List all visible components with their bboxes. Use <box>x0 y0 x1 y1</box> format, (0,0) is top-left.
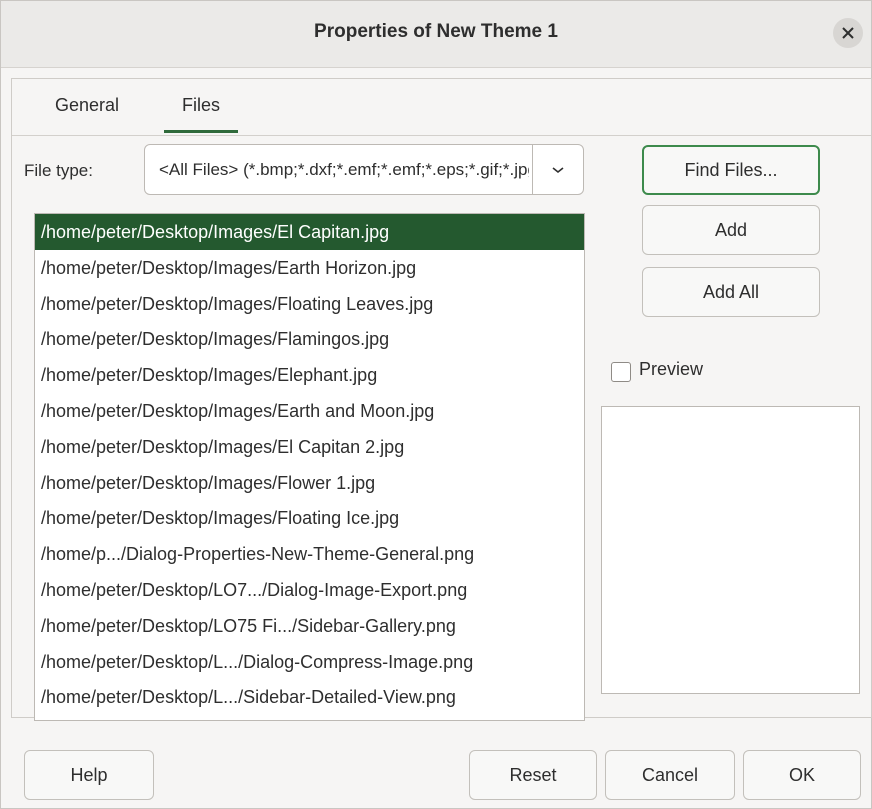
close-icon <box>842 27 854 39</box>
reset-button[interactable]: Reset <box>469 750 597 800</box>
help-button[interactable]: Help <box>24 750 154 800</box>
file-list-item[interactable]: /home/peter/Desktop/Images/Earth and Moo… <box>35 393 584 429</box>
file-list-item[interactable]: /home/peter/Desktop/Images/Flower 1.jpg <box>35 465 584 501</box>
tab-bar: General Files <box>12 79 871 136</box>
preview-checkbox[interactable] <box>611 362 631 382</box>
preview-label: Preview <box>639 359 704 379</box>
file-list[interactable]: /home/peter/Desktop/Images/El Capitan.jp… <box>34 213 585 721</box>
file-list-item[interactable]: /home/peter/Desktop/Images/Elephant.jpg <box>35 357 584 393</box>
file-list-item[interactable]: /home/peter/Desktop/Images/Floating Ice.… <box>35 500 584 536</box>
dialog-title: Properties of New Theme 1 <box>314 21 558 42</box>
file-type-value: <All Files> (*.bmp;*.dxf;*.emf;*.emf;*.e… <box>159 160 529 179</box>
file-list-item[interactable]: /home/p.../Dialog-Properties-New-Theme-G… <box>35 536 584 572</box>
file-type-dropdown[interactable]: <All Files> (*.bmp;*.dxf;*.emf;*.emf;*.e… <box>144 144 584 195</box>
tab-general[interactable]: General <box>55 95 119 130</box>
file-list-item[interactable]: /home/peter/Desktop/Images/Flamingos.jpg <box>35 321 584 357</box>
file-list-item[interactable]: /home/peter/Desktop/Images/El Capitan 2.… <box>35 429 584 465</box>
file-type-label: File type: <box>24 161 93 180</box>
properties-dialog: Properties of New Theme 1 General Files … <box>0 0 872 809</box>
add-all-button[interactable]: Add All <box>642 267 820 317</box>
file-list-item[interactable]: /home/peter/Desktop/Images/El Capitan.jp… <box>35 214 584 250</box>
file-list-item[interactable]: /home/peter/Desktop/L.../Dialog-Compress… <box>35 644 584 680</box>
cancel-button[interactable]: Cancel <box>605 750 735 800</box>
file-list-item[interactable]: /home/peter/Desktop/L.../Sidebar-Detaile… <box>35 679 584 715</box>
title-bar: Properties of New Theme 1 <box>1 1 871 68</box>
find-files-button[interactable]: Find Files... <box>642 145 820 195</box>
preview-pane <box>601 406 860 694</box>
tab-files[interactable]: Files <box>164 95 239 133</box>
close-button[interactable] <box>833 18 863 48</box>
dropdown-button[interactable] <box>532 145 583 194</box>
add-button[interactable]: Add <box>642 205 820 255</box>
file-list-item[interactable]: /home/peter/Desktop/LO7.../Dialog-Image-… <box>35 572 584 608</box>
file-list-item[interactable]: /home/peter/Desktop/LO75 Fi.../Sidebar-G… <box>35 608 584 644</box>
file-list-item[interactable]: /home/peter/Desktop/Images/Earth Horizon… <box>35 250 584 286</box>
file-list-item[interactable]: /home/peter/Desktop/Images/Floating Leav… <box>35 286 584 322</box>
chevron-down-icon <box>552 166 564 173</box>
ok-button[interactable]: OK <box>743 750 861 800</box>
